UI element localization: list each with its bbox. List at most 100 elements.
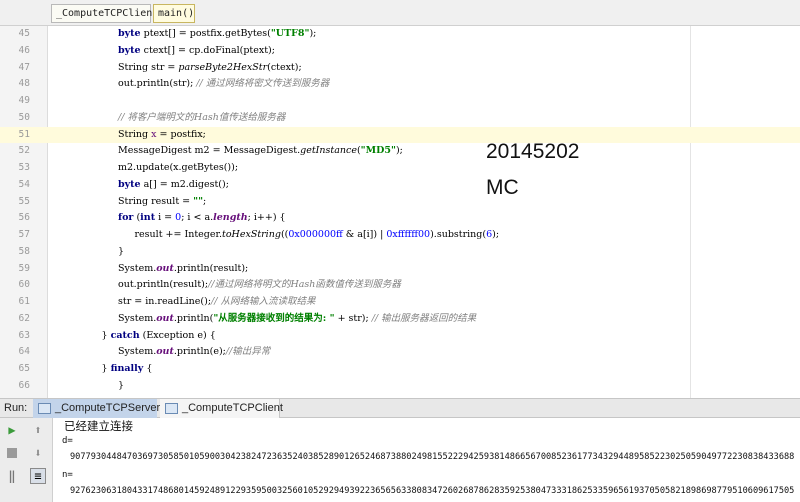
- line-number: 54: [18, 178, 30, 190]
- code-token: );: [309, 28, 317, 39]
- code-line[interactable]: 48 out.println(str); // 通过网络将密文传送到服务器: [0, 76, 800, 93]
- code-token: }: [118, 245, 125, 257]
- stop-icon[interactable]: [4, 445, 20, 461]
- overlay-text-initials: MC: [486, 176, 519, 199]
- code-token: byte: [118, 178, 141, 190]
- code-line[interactable]: 52 MessageDigest m2 = MessageDigest.getIn…: [0, 143, 800, 160]
- run-tool-window-tabs: Run: _ComputeTCPServer _ComputeTCPClient: [0, 398, 800, 418]
- code-token: }: [101, 329, 111, 341]
- code-line[interactable]: 55 String result = "";: [0, 194, 800, 211]
- arrow-down-icon[interactable]: ⬇: [30, 445, 46, 461]
- code-token: parseByte2HexStr: [178, 61, 268, 73]
- code-line[interactable]: 57 result += Integer.toHexString((0x00000…: [0, 227, 800, 244]
- code-text: } catch (Exception e) {: [102, 328, 216, 345]
- code-token: getInstance: [300, 145, 357, 157]
- code-text: }: [118, 244, 124, 261]
- code-token: toHexString: [222, 229, 281, 240]
- code-line[interactable]: 65} finally {: [0, 361, 800, 378]
- code-text: }: [118, 378, 124, 395]
- code-token: ; i < a.: [181, 212, 214, 224]
- code-text: System.out.println(e);//输出异常: [118, 344, 270, 361]
- code-line[interactable]: 47 String str = parseByte2HexStr(ctext);: [0, 60, 800, 77]
- code-token: for: [118, 212, 134, 224]
- tab-compute-tcp-client[interactable]: _ComputeTCPClient: [160, 399, 283, 418]
- code-line[interactable]: 59 System.out.println(result);: [0, 261, 800, 278]
- line-number: 63: [18, 329, 30, 341]
- code-line[interactable]: 54 byte a[] = m2.digest();: [0, 177, 800, 194]
- code-token: = postfix;: [156, 128, 206, 140]
- line-number: 66: [18, 379, 30, 391]
- arrow-up-icon[interactable]: ⬆: [30, 422, 46, 438]
- line-number: 50: [18, 111, 30, 123]
- code-token: "MD5": [360, 145, 396, 157]
- code-token: (ctext);: [267, 61, 302, 73]
- pause-icon[interactable]: ‖: [4, 468, 20, 484]
- code-text: String str = parseByte2HexStr(ctext);: [118, 60, 302, 77]
- code-editor[interactable]: 45 byte ptext[] = postfix.getBytes("UTF8"…: [0, 26, 800, 398]
- code-line[interactable]: 51 String x = postfix;: [0, 126, 800, 144]
- code-token: out.println(str);: [118, 78, 197, 90]
- code-token: // 将客户端明文的Hash值传送给服务器: [118, 111, 286, 123]
- code-line[interactable]: 46 byte ctext[] = cp.doFinal(ptext);: [0, 43, 800, 60]
- code-token: String str =: [118, 61, 179, 73]
- line-number: 51: [18, 128, 30, 140]
- soft-wrap-icon[interactable]: ≡: [30, 468, 46, 484]
- code-token: catch: [110, 329, 140, 341]
- line-number: 45: [18, 28, 30, 39]
- code-line[interactable]: 62 System.out.println("从服务器接收到的结果为: " + s…: [0, 311, 800, 328]
- code-token: result += Integer.: [134, 229, 223, 240]
- code-line[interactable]: 50 // 将客户端明文的Hash值传送给服务器: [0, 110, 800, 127]
- code-line[interactable]: 53 m2.update(x.getBytes());: [0, 160, 800, 177]
- line-number: 48: [18, 78, 30, 90]
- console-line: n=: [62, 470, 73, 480]
- code-token: }: [118, 379, 125, 391]
- code-token: // 从网络输入流读取结果: [211, 296, 316, 307]
- code-line[interactable]: 64 System.out.println(e);//输出异常: [0, 344, 800, 361]
- line-number: 58: [18, 245, 30, 257]
- code-token: .println(result);: [173, 262, 249, 274]
- code-text: str = in.readLine();// 从网络输入流读取结果: [118, 294, 315, 311]
- breadcrumb-class[interactable]: _ComputeTCPClient: [51, 4, 158, 23]
- console-icon: [38, 403, 51, 414]
- line-number: 64: [18, 346, 30, 358]
- code-token: ).substring(: [430, 229, 487, 240]
- code-token: byte: [118, 44, 141, 56]
- code-line[interactable]: 45 byte ptext[] = postfix.getBytes("UTF8"…: [0, 26, 800, 43]
- code-token: 0xffffff00: [386, 229, 431, 240]
- code-token: // 通过网络将密文传送到服务器: [196, 78, 330, 90]
- line-number: 56: [18, 212, 30, 224]
- code-line[interactable]: 66}: [0, 378, 800, 395]
- code-text: for (int i = 0; i < a.length; i++) {: [118, 210, 286, 227]
- code-token: str = in.readLine();: [118, 296, 212, 307]
- tab-label: _ComputeTCPClient: [182, 402, 283, 414]
- code-token: System.: [118, 262, 157, 274]
- code-text: // 将客户端明文的Hash值传送给服务器: [118, 110, 285, 127]
- code-token: 0x000000ff: [288, 229, 343, 240]
- code-text: byte ctext[] = cp.doFinal(ptext);: [118, 43, 275, 60]
- code-text: String x = postfix;: [118, 127, 206, 144]
- code-token: "": [193, 195, 204, 207]
- code-line[interactable]: 63} catch (Exception e) {: [0, 328, 800, 345]
- line-number: 61: [18, 296, 30, 307]
- code-line[interactable]: 56 for (int i = 0; i < a.length; i++) {: [0, 210, 800, 227]
- console-output[interactable]: 已经建立连接 d= 907793044847036973058501059003…: [54, 418, 800, 502]
- rerun-icon[interactable]: ▶: [4, 422, 20, 438]
- line-number: 55: [18, 195, 30, 207]
- code-token: //输出异常: [225, 346, 271, 358]
- code-text: out.println(str); // 通过网络将密文传送到服务器: [118, 76, 329, 93]
- line-number: 53: [18, 162, 30, 173]
- code-token: i =: [155, 212, 176, 224]
- code-line[interactable]: 49: [0, 93, 800, 110]
- tab-compute-tcp-server[interactable]: _ComputeTCPServer: [33, 399, 160, 418]
- console-line: 9276230631804331748680145924891229359500…: [70, 486, 795, 496]
- code-token: int: [140, 212, 156, 224]
- code-token: length: [213, 212, 248, 224]
- code-token: (Exception e) {: [139, 329, 216, 341]
- code-token: .println(e);: [173, 346, 226, 358]
- code-line[interactable]: 60 out.println(result);//通过网络将明文的Hash函数值传…: [0, 277, 800, 294]
- code-token: out.println(result);: [118, 279, 209, 291]
- code-line[interactable]: 58}: [0, 244, 800, 261]
- code-line[interactable]: 61 str = in.readLine();// 从网络输入流读取结果: [0, 294, 800, 311]
- code-text: m2.update(x.getBytes());: [118, 160, 238, 177]
- breadcrumb-method[interactable]: main(): [153, 4, 195, 23]
